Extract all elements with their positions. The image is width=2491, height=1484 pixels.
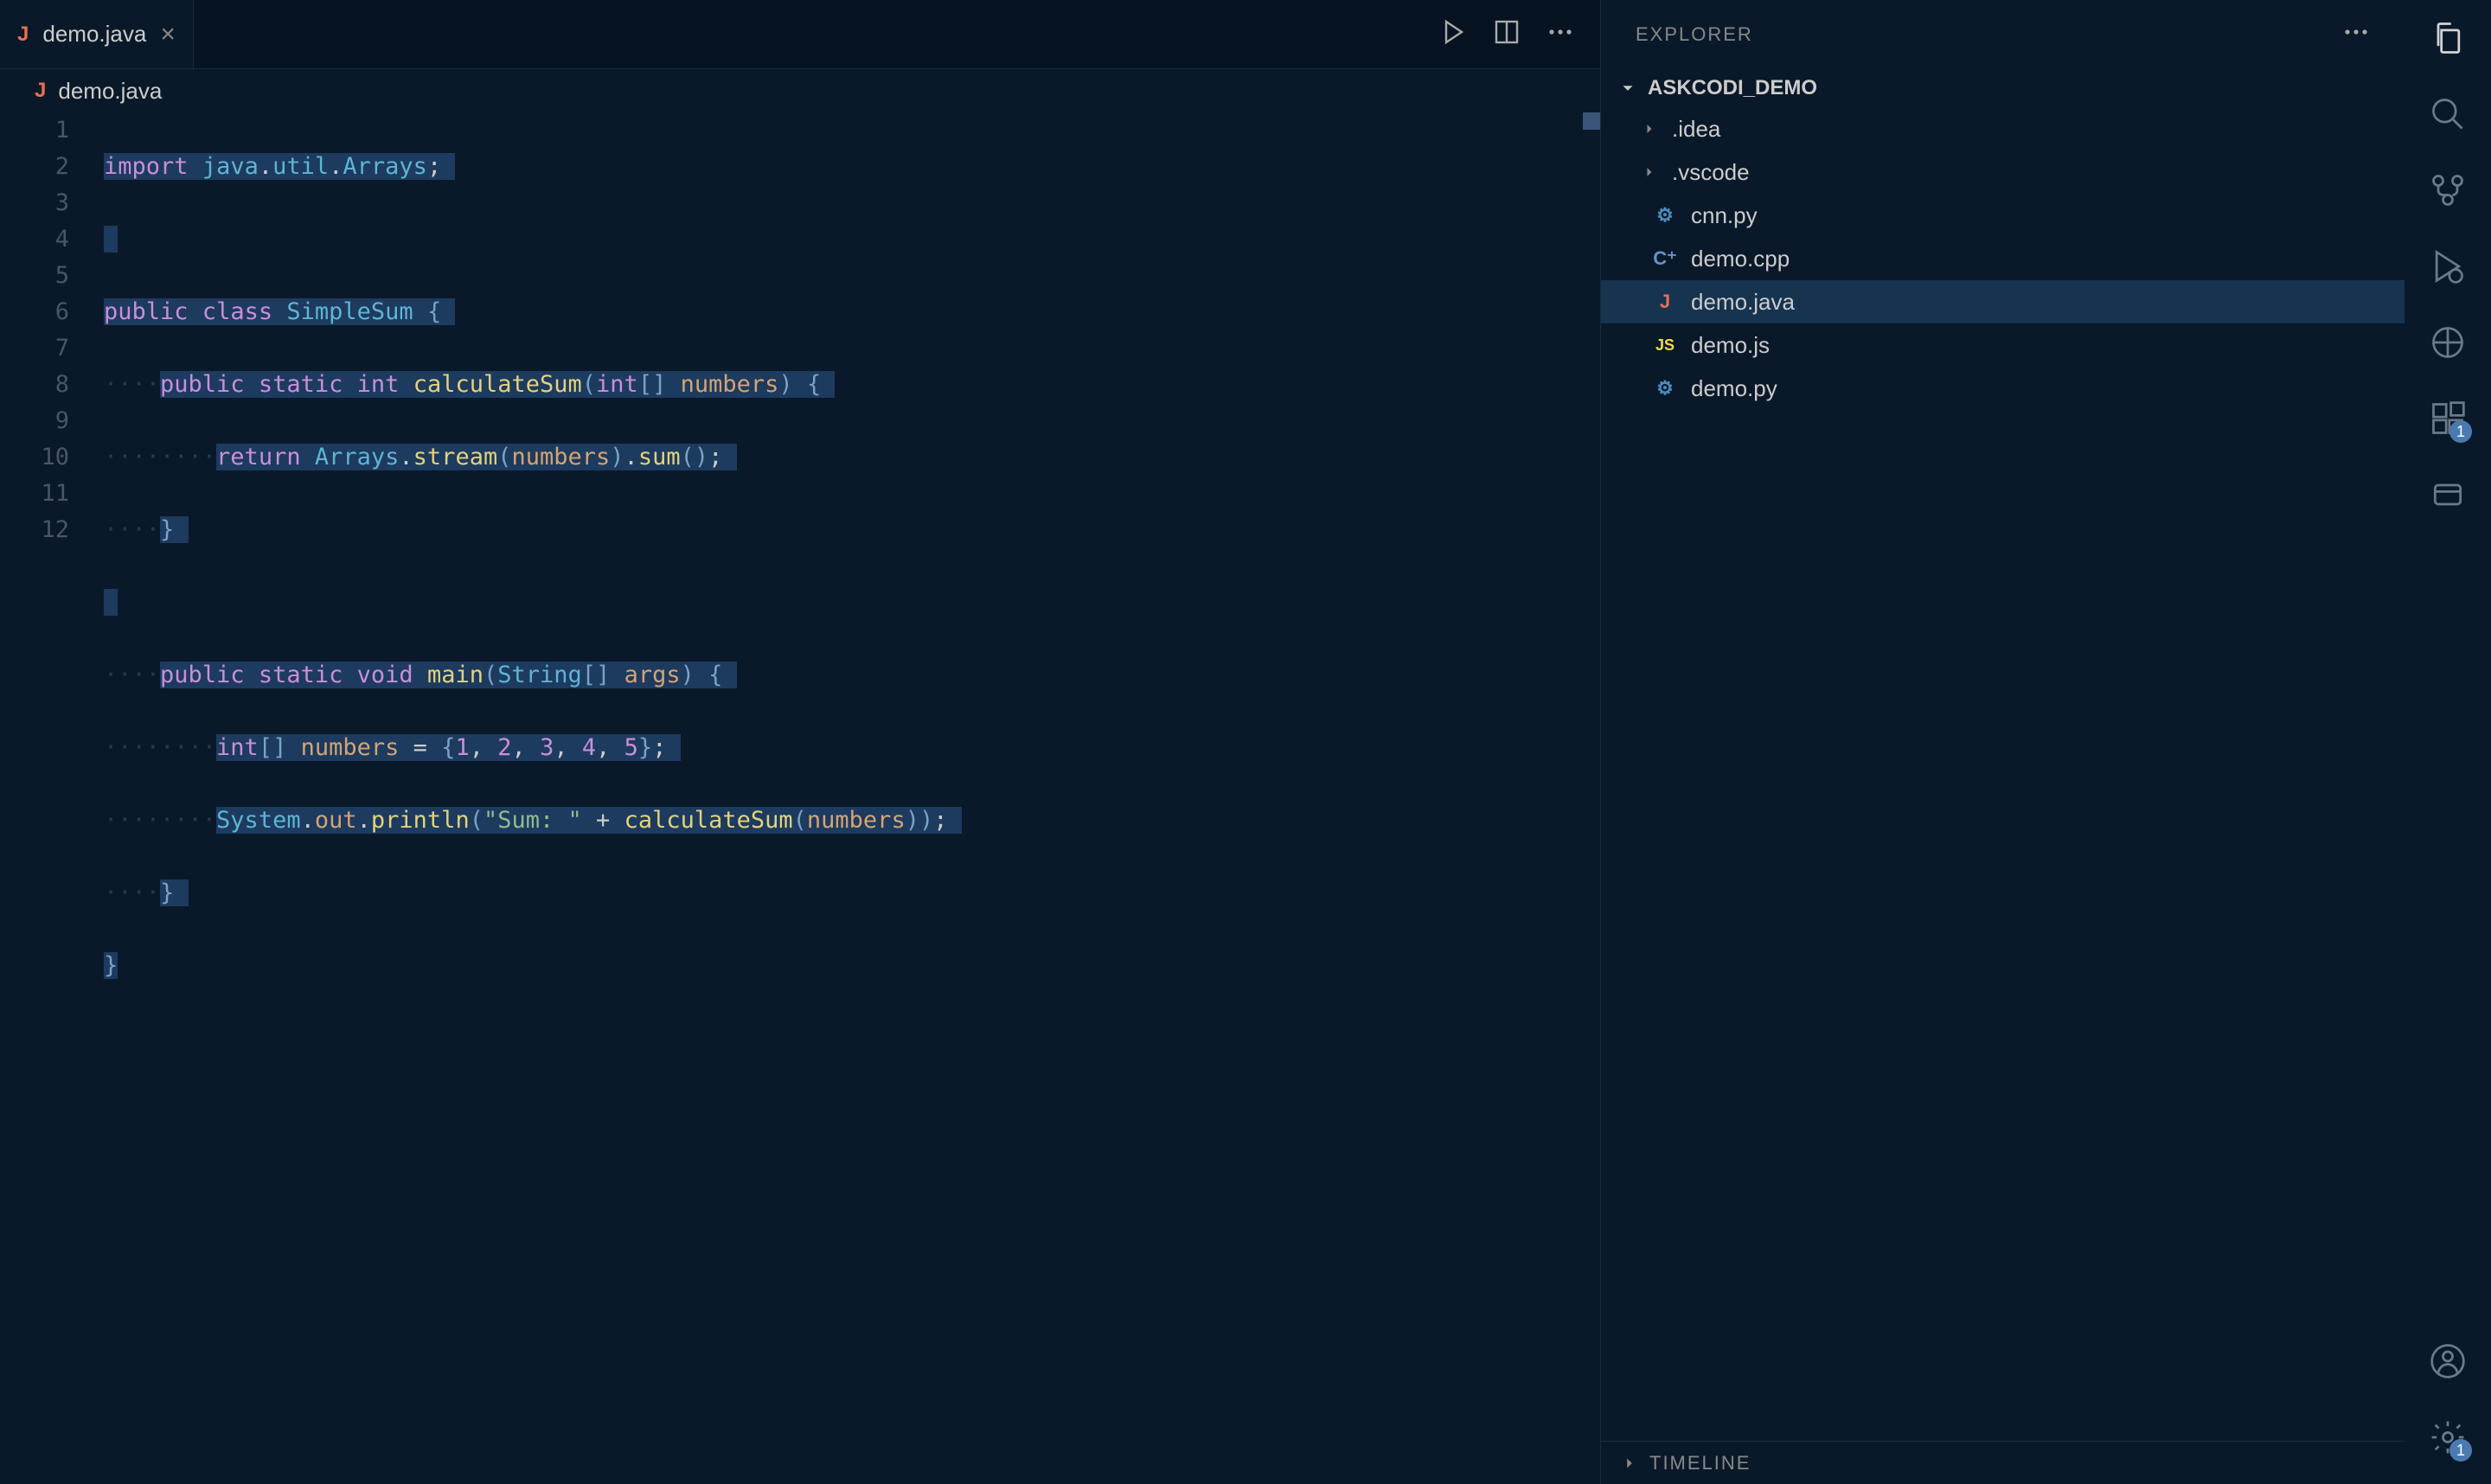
editor-area: J demo.java × J demo.java 1 2 3 4 5 6 [0,0,1600,1484]
tree-file-demo-cpp[interactable]: C⁺ demo.cpp [1601,237,2405,280]
line-num: 8 [0,367,69,403]
settings-activity-icon[interactable]: 1 [2427,1417,2469,1458]
chevron-down-icon [1618,79,1637,98]
badge: 1 [2449,420,2472,443]
tab-demo-java[interactable]: J demo.java × [0,0,194,68]
line-num: 4 [0,221,69,258]
tab-actions [1439,18,1600,50]
explorer-activity-icon[interactable] [2427,17,2469,59]
close-icon[interactable]: × [160,20,176,49]
line-num: 12 [0,512,69,548]
line-num: 9 [0,403,69,439]
breadcrumb-filename: demo.java [58,78,162,105]
java-icon: J [17,22,29,47]
cpp-icon: C⁺ [1653,247,1677,270]
line-gutter: 1 2 3 4 5 6 7 8 9 10 11 12 [0,112,104,1484]
workspace-section[interactable]: ASKCODI_DEMO [1601,69,2405,107]
workspace-name: ASKCODI_DEMO [1648,76,1817,100]
tree-file-cnn-py[interactable]: ⚙ cnn.py [1601,194,2405,237]
panel-header: EXPLORER [1601,0,2405,69]
activity-bar: 1 1 [2405,0,2491,1484]
explorer-panel: EXPLORER ASKCODI_DEMO .idea .vscode ⚙ cn… [1600,0,2405,1484]
java-icon: J [1653,291,1677,313]
chevron-right-icon [1641,163,1658,181]
split-editor-icon[interactable] [1493,18,1521,50]
line-num: 10 [0,439,69,476]
source-control-activity-icon[interactable] [2427,170,2469,211]
tree-folder-vscode[interactable]: .vscode [1601,150,2405,194]
timeline-label: TIMELINE [1649,1452,1751,1474]
file-name: demo.java [1691,289,1795,316]
tab-filename: demo.java [42,21,146,48]
line-num: 1 [0,112,69,149]
line-num: 11 [0,476,69,512]
chevron-right-icon [1641,120,1658,138]
js-icon: JS [1653,336,1677,355]
tree-folder-idea[interactable]: .idea [1601,107,2405,150]
search-activity-icon[interactable] [2427,93,2469,135]
file-tree: .idea .vscode ⚙ cnn.py C⁺ demo.cpp J dem… [1601,107,2405,1441]
minimap-indicator[interactable] [1583,112,1600,130]
line-num: 5 [0,258,69,294]
folder-name: .vscode [1672,159,1750,186]
line-num: 2 [0,149,69,185]
python-icon: ⚙ [1653,204,1677,227]
run-icon[interactable] [1439,18,1467,50]
breadcrumb[interactable]: J demo.java [0,69,1600,112]
more-icon[interactable] [1546,18,1574,50]
extensions-activity-icon[interactable]: 1 [2427,398,2469,439]
accounts-activity-icon[interactable] [2427,1340,2469,1382]
run-debug-activity-icon[interactable] [2427,246,2469,287]
python-icon: ⚙ [1653,377,1677,400]
more-icon[interactable] [2342,18,2370,51]
java-icon: J [35,79,46,103]
line-num: 6 [0,294,69,330]
folder-name: .idea [1672,116,1720,143]
tree-file-demo-java[interactable]: J demo.java [1601,280,2405,323]
line-num: 7 [0,330,69,367]
timeline-section[interactable]: TIMELINE [1601,1441,2405,1484]
badge: 1 [2449,1439,2472,1462]
chevron-right-icon [1620,1454,1639,1473]
code-editor[interactable]: 1 2 3 4 5 6 7 8 9 10 11 12 import java.u… [0,112,1600,1484]
tree-file-demo-js[interactable]: JS demo.js [1601,323,2405,367]
secondary-activity-icon[interactable] [2427,474,2469,515]
tree-file-demo-py[interactable]: ⚙ demo.py [1601,367,2405,410]
line-num: 3 [0,185,69,221]
file-name: cnn.py [1691,202,1758,229]
file-name: demo.js [1691,332,1770,359]
code-content[interactable]: import java.util.Arrays; public class Si… [104,112,1600,1484]
remote-activity-icon[interactable] [2427,322,2469,363]
file-name: demo.cpp [1691,246,1790,272]
explorer-title: EXPLORER [1636,23,1753,46]
file-name: demo.py [1691,375,1777,402]
tab-bar: J demo.java × [0,0,1600,69]
